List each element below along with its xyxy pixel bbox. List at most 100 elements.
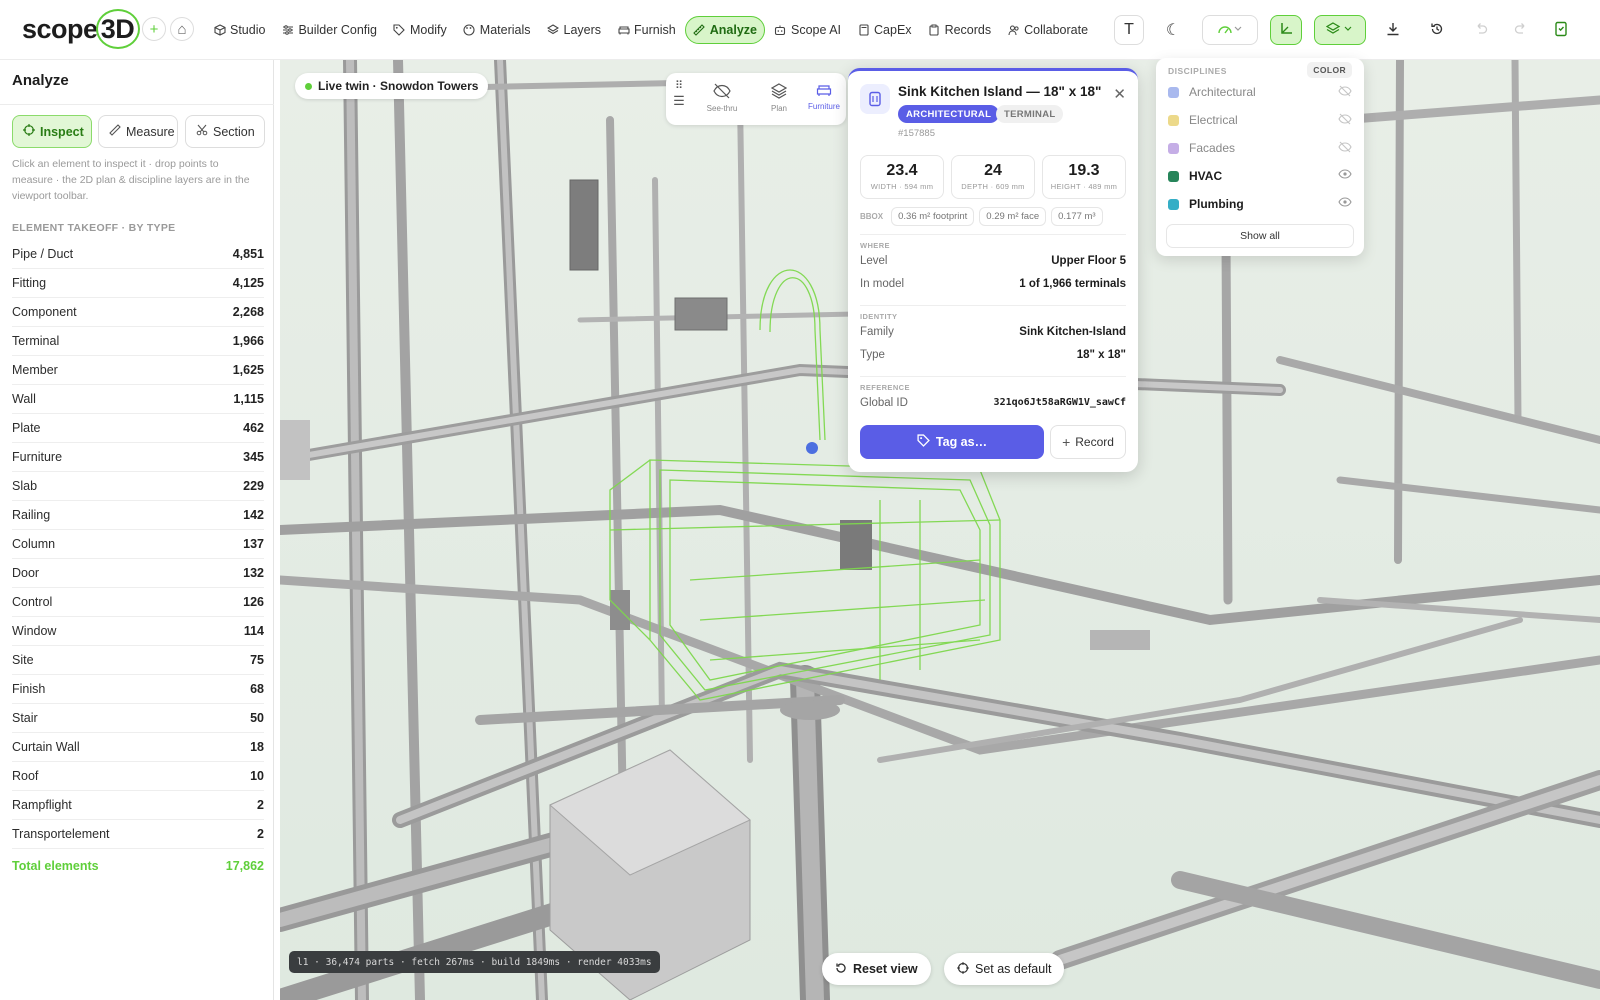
takeoff-row[interactable]: Fitting 4,125 (12, 269, 264, 298)
discipline-row[interactable]: Plumbing (1168, 194, 1352, 214)
redo-button[interactable] (1506, 15, 1536, 45)
discipline-swatch (1168, 114, 1179, 126)
takeoff-count: 1,966 (232, 334, 264, 348)
show-all-button[interactable]: Show all (1166, 224, 1354, 248)
download-button[interactable] (1378, 15, 1408, 45)
takeoff-count: 142 (243, 508, 264, 522)
eye-off-icon[interactable] (1338, 113, 1352, 128)
toolbar-drag-handle[interactable]: ⠿ ☰ (665, 79, 693, 110)
takeoff-row[interactable]: Terminal 1,966 (12, 327, 264, 356)
history-icon (1430, 22, 1444, 39)
layers-icon (759, 83, 799, 103)
takeoff-row[interactable]: Window 114 (12, 617, 264, 646)
measure-axes-button[interactable] (1270, 15, 1302, 45)
element-inspector-card: Sink Kitchen Island — 18" x 18" ✕ ARCHIT… (848, 68, 1138, 472)
takeoff-row[interactable]: Slab 229 (12, 472, 264, 501)
ruler-icon (693, 24, 706, 37)
takeoff-count: 126 (243, 595, 264, 609)
reset-view-button[interactable]: Reset view (822, 953, 931, 985)
takeoff-table: Pipe / Duct 4,851 Fitting 4,125 Component 2,2… (12, 240, 264, 883)
takeoff-count: 75 (250, 653, 264, 667)
layers-dropdown[interactable] (1314, 15, 1366, 45)
depth-box: 24 DEPTH · 609 mm (951, 155, 1035, 199)
takeoff-row[interactable]: Transportelement 2 (12, 820, 264, 849)
discipline-row[interactable]: Architectural (1168, 82, 1352, 102)
tool-plan[interactable]: Plan (759, 83, 799, 113)
takeoff-row[interactable]: Door 132 (12, 559, 264, 588)
set-default-button[interactable]: Set as default (944, 953, 1065, 985)
speed-dropdown[interactable] (1202, 15, 1258, 45)
takeoff-row[interactable]: Site 75 (12, 646, 264, 675)
takeoff-type: Stair (12, 711, 38, 725)
takeoff-type: Window (12, 624, 57, 638)
takeoff-row[interactable]: Curtain Wall 18 (12, 733, 264, 762)
section-mode-button[interactable]: Section (185, 115, 265, 148)
axes-icon (1279, 22, 1293, 39)
color-toggle-button[interactable]: COLOR (1307, 62, 1352, 78)
tool-furniture[interactable]: Furniture (804, 83, 844, 111)
category-tag: TERMINAL (996, 105, 1064, 123)
tag-icon (917, 434, 930, 450)
discipline-row[interactable]: Electrical (1168, 110, 1352, 130)
nav-scope-ai[interactable]: Scope AI (767, 16, 848, 44)
takeoff-row[interactable]: Member 1,625 (12, 356, 264, 385)
in-model-row: In model 1 of 1,966 terminals (860, 278, 1126, 290)
discipline-row[interactable]: Facades (1168, 138, 1352, 158)
tag-as-button[interactable]: Tag as… (860, 425, 1044, 459)
takeoff-count: 462 (243, 421, 264, 435)
nav-layers[interactable]: Layers (540, 16, 609, 44)
eye-off-icon[interactable] (1338, 85, 1352, 100)
eye-icon[interactable] (1338, 197, 1352, 210)
theme-toggle-button[interactable]: ☾ (1158, 15, 1188, 45)
discipline-row[interactable]: HVAC (1168, 166, 1352, 186)
nav-collaborate[interactable]: Collaborate (1000, 16, 1095, 44)
inspect-mode-button[interactable]: Inspect (12, 115, 92, 148)
takeoff-row[interactable]: Furniture 345 (12, 443, 264, 472)
nav-builder-config[interactable]: Builder Config (274, 16, 384, 44)
takeoff-row[interactable]: Plate 462 (12, 414, 264, 443)
nav-analyze[interactable]: Analyze (684, 16, 765, 44)
takeoff-row[interactable]: Pipe / Duct 4,851 (12, 240, 264, 269)
close-icon[interactable]: ✕ (1113, 85, 1126, 103)
nav-studio[interactable]: Studio (206, 16, 272, 44)
nav-materials[interactable]: Materials (456, 16, 538, 44)
takeoff-row[interactable]: Control 126 (12, 588, 264, 617)
record-button[interactable]: + Record (1050, 425, 1126, 459)
home-button[interactable]: ⌂ (170, 17, 194, 41)
nav-records[interactable]: Records (921, 16, 999, 44)
takeoff-row[interactable]: Column 137 (12, 530, 264, 559)
nav-capex[interactable]: CapEx (850, 16, 919, 44)
tool-see-thru[interactable]: See-thru (702, 83, 742, 113)
target-icon (957, 961, 969, 977)
measure-mode-button[interactable]: Measure (98, 115, 178, 148)
undo-button[interactable] (1466, 15, 1496, 45)
takeoff-row[interactable]: Component 2,268 (12, 298, 264, 327)
palette-icon (463, 24, 476, 37)
takeoff-row[interactable]: Finish 68 (12, 675, 264, 704)
eye-off-icon[interactable] (1338, 141, 1352, 156)
takeoff-row[interactable]: Roof 10 (12, 762, 264, 791)
bookmark-button[interactable] (1546, 15, 1576, 45)
add-button[interactable]: + (142, 17, 166, 41)
nav-furnish[interactable]: Furnish (610, 16, 683, 44)
logo-ring: 3D (95, 9, 140, 49)
panel-title: Analyze (12, 72, 69, 89)
takeoff-row[interactable]: Stair 50 (12, 704, 264, 733)
takeoff-row[interactable]: Wall 1,115 (12, 385, 264, 414)
history-button[interactable] (1422, 15, 1452, 45)
takeoff-count: 4,125 (232, 276, 264, 290)
takeoff-row[interactable]: Rampflight 2 (12, 791, 264, 820)
selection-point[interactable] (806, 442, 818, 454)
eye-icon[interactable] (1338, 169, 1352, 182)
reference-heading: REFERENCE (860, 383, 910, 392)
nav-modify[interactable]: Modify (386, 16, 454, 44)
text-button[interactable]: T (1114, 15, 1144, 45)
takeoff-count: 2 (257, 798, 264, 812)
bbox-volume: 0.177 m³ (1051, 207, 1103, 226)
takeoff-count: 2,268 (232, 305, 264, 319)
sofa-icon (617, 24, 630, 37)
takeoff-type: Pipe / Duct (12, 247, 74, 261)
takeoff-row[interactable]: Railing 142 (12, 501, 264, 530)
discipline-label: Facades (1189, 141, 1236, 155)
app-logo[interactable]: scope 3D (22, 9, 140, 49)
